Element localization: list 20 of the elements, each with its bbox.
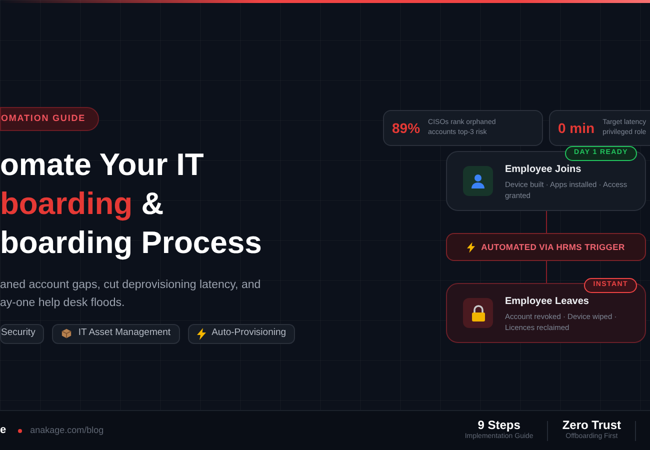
logo: e — [0, 423, 6, 438]
topic-tag: Security — [0, 324, 44, 344]
topic-tag: IT Asset Management — [52, 324, 180, 344]
lightning-icon — [196, 328, 206, 340]
trigger-label: AUTOMATED VIA HRMS TRIGGER — [481, 240, 625, 254]
step-title: Employee Leaves — [505, 294, 590, 308]
footer-stat-value: 9 Steps — [478, 418, 520, 432]
description: aned account gaps, cut deprovisioning latency, and ay-one help desk floods. — [0, 278, 261, 310]
stat-value: 0 min — [558, 118, 595, 138]
lock-icon — [463, 298, 493, 328]
guide-badge: OMATION GUIDE — [0, 107, 99, 130]
stat-value: 89% — [392, 118, 420, 138]
blog-url: anakage.com/blog — [30, 424, 104, 437]
footer-stat-value: Zero Trust — [562, 418, 621, 432]
lightning-icon — [467, 242, 476, 252]
box-icon — [61, 328, 72, 339]
topic-tag: Auto-Provisioning — [188, 324, 296, 344]
person-icon — [463, 166, 493, 196]
headline: omate Your IT boarding & boarding Process — [0, 146, 262, 262]
step-title: Employee Joins — [505, 162, 582, 176]
